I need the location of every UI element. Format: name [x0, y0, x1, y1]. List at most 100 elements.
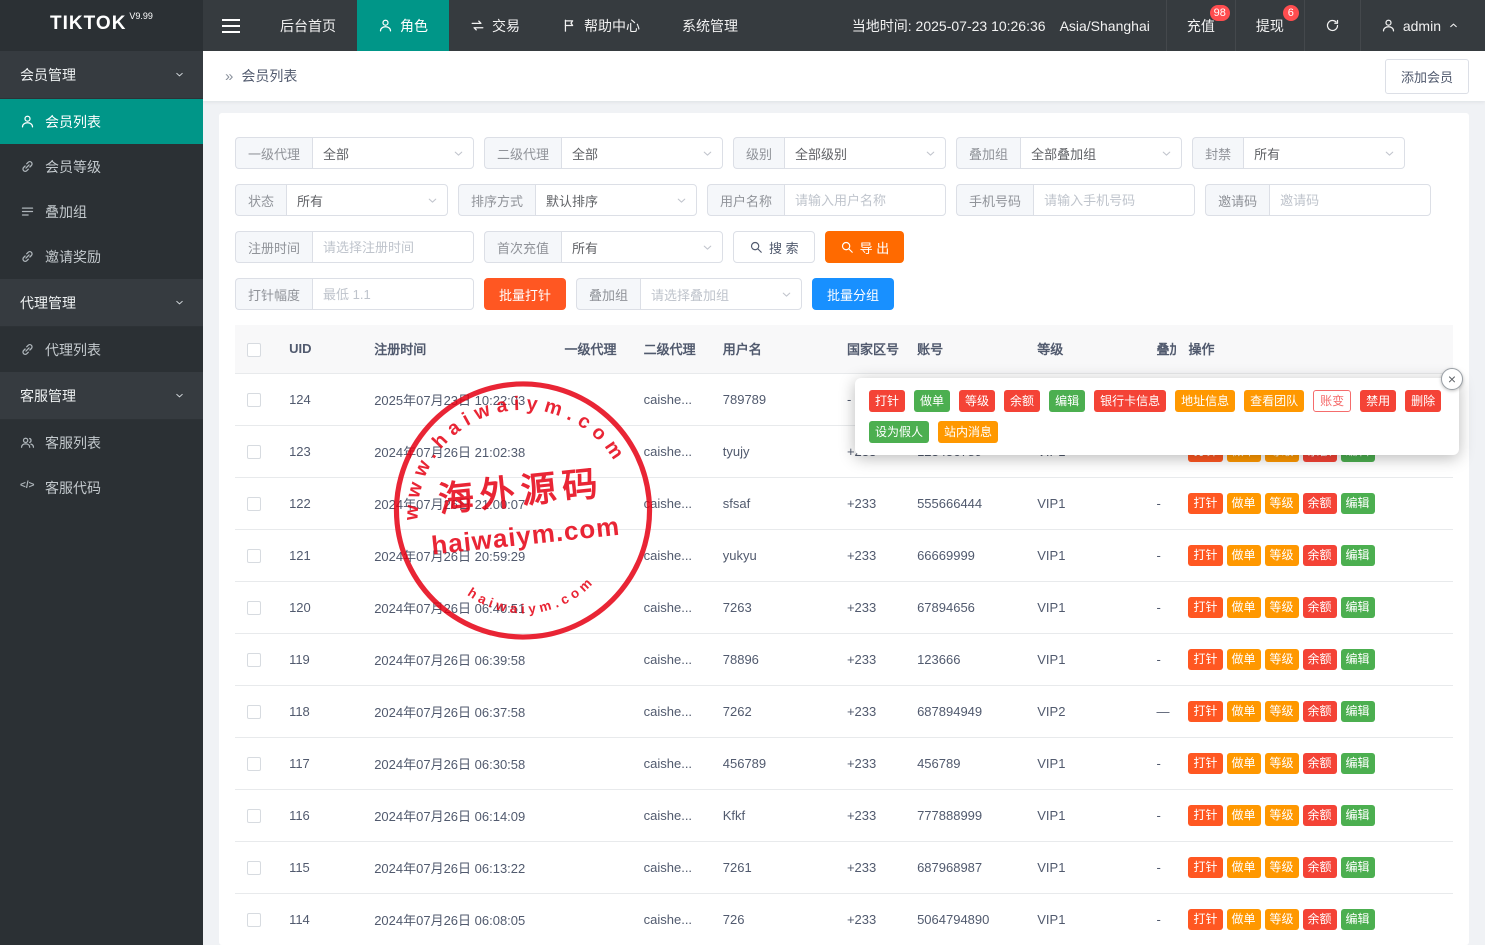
popup-edit-button[interactable]: 编辑: [1049, 390, 1085, 412]
sidebar-item-support-code[interactable]: </>客服代码: [0, 465, 203, 510]
recharge-button[interactable]: 充值 98: [1166, 0, 1235, 51]
level-button[interactable]: 等级: [1265, 857, 1299, 878]
inject-button[interactable]: 打针: [1188, 545, 1222, 566]
row-checkbox[interactable]: [247, 705, 261, 719]
filter-primary-agent-select[interactable]: 全部: [312, 137, 474, 169]
select-all-checkbox[interactable]: [247, 343, 261, 357]
inject-button[interactable]: 打针: [1188, 857, 1222, 878]
level-button[interactable]: 等级: [1265, 753, 1299, 774]
row-checkbox[interactable]: [247, 601, 261, 615]
row-checkbox[interactable]: [247, 913, 261, 927]
filter-invite-code-input[interactable]: [1269, 184, 1431, 216]
sidebar-group-member-management[interactable]: 会员管理: [0, 51, 203, 99]
nav-dashboard[interactable]: 后台首页: [259, 0, 357, 51]
make-order-button[interactable]: 做单: [1227, 805, 1261, 826]
balance-button[interactable]: 余额: [1303, 753, 1337, 774]
filter-ban-select[interactable]: 所有: [1243, 137, 1405, 169]
popup-view-team-button[interactable]: 查看团队: [1244, 390, 1304, 412]
sidebar-item-support-list[interactable]: 客服列表: [0, 420, 203, 465]
edit-button[interactable]: 编辑: [1341, 701, 1375, 722]
popup-bank-card-info-button[interactable]: 银行卡信息: [1094, 390, 1166, 412]
balance-button[interactable]: 余额: [1303, 857, 1337, 878]
make-order-button[interactable]: 做单: [1227, 857, 1261, 878]
inject-button[interactable]: 打针: [1188, 909, 1222, 930]
filter-stack-group-select[interactable]: 全部叠加组: [1020, 137, 1182, 169]
popup-address-info-button[interactable]: 地址信息: [1175, 390, 1235, 412]
level-button[interactable]: 等级: [1265, 909, 1299, 930]
user-menu[interactable]: admin: [1360, 0, 1485, 51]
filter-batch-stack-group-select[interactable]: 请选择叠加组: [640, 278, 802, 310]
level-button[interactable]: 等级: [1265, 597, 1299, 618]
sidebar-item-member-list[interactable]: 会员列表: [0, 99, 203, 144]
hamburger-menu-icon[interactable]: [203, 0, 259, 51]
inject-button[interactable]: 打针: [1188, 805, 1222, 826]
edit-button[interactable]: 编辑: [1341, 805, 1375, 826]
edit-button[interactable]: 编辑: [1341, 649, 1375, 670]
filter-sort-select[interactable]: 默认排序: [535, 184, 697, 216]
edit-button[interactable]: 编辑: [1341, 597, 1375, 618]
balance-button[interactable]: 余额: [1303, 649, 1337, 670]
make-order-button[interactable]: 做单: [1227, 545, 1261, 566]
make-order-button[interactable]: 做单: [1227, 701, 1261, 722]
make-order-button[interactable]: 做单: [1227, 597, 1261, 618]
batch-inject-button[interactable]: 批量打针: [484, 278, 566, 310]
row-checkbox[interactable]: [247, 757, 261, 771]
make-order-button[interactable]: 做单: [1227, 909, 1261, 930]
add-member-button[interactable]: 添加会员: [1385, 59, 1469, 94]
level-button[interactable]: 等级: [1265, 545, 1299, 566]
filter-phone-input[interactable]: [1033, 184, 1195, 216]
withdraw-button[interactable]: 提现 6: [1235, 0, 1304, 51]
filter-secondary-agent-select[interactable]: 全部: [561, 137, 723, 169]
inject-button[interactable]: 打针: [1188, 649, 1222, 670]
level-button[interactable]: 等级: [1265, 805, 1299, 826]
filter-status-select[interactable]: 所有: [286, 184, 448, 216]
search-button[interactable]: 搜 索: [733, 231, 815, 263]
filter-register-time-input[interactable]: [312, 231, 474, 263]
make-order-button[interactable]: 做单: [1227, 649, 1261, 670]
popup-inject-button[interactable]: 打针: [869, 390, 905, 412]
make-order-button[interactable]: 做单: [1227, 493, 1261, 514]
balance-button[interactable]: 余额: [1303, 493, 1337, 514]
sidebar-item-member-levels[interactable]: 会员等级: [0, 144, 203, 189]
filter-username-input[interactable]: [784, 184, 946, 216]
row-checkbox[interactable]: [247, 445, 261, 459]
balance-button[interactable]: 余额: [1303, 701, 1337, 722]
row-checkbox[interactable]: [247, 653, 261, 667]
level-button[interactable]: 等级: [1265, 493, 1299, 514]
batch-group-button[interactable]: 批量分组: [812, 278, 894, 310]
sidebar-item-stack-groups[interactable]: 叠加组: [0, 189, 203, 234]
row-checkbox[interactable]: [247, 809, 261, 823]
filter-first-recharge-select[interactable]: 所有: [561, 231, 723, 263]
close-icon[interactable]: ×: [1441, 368, 1463, 390]
nav-transactions[interactable]: 交易: [449, 0, 541, 51]
edit-button[interactable]: 编辑: [1341, 857, 1375, 878]
popup-site-message-button[interactable]: 站内消息: [938, 421, 998, 443]
inject-button[interactable]: 打针: [1188, 701, 1222, 722]
popup-balance-button[interactable]: 余额: [1004, 390, 1040, 412]
sidebar-group-agent-management[interactable]: 代理管理: [0, 279, 203, 327]
balance-button[interactable]: 余额: [1303, 597, 1337, 618]
sidebar-item-invite-rewards[interactable]: 邀请奖励: [0, 234, 203, 279]
row-checkbox[interactable]: [247, 549, 261, 563]
edit-button[interactable]: 编辑: [1341, 493, 1375, 514]
popup-level-button[interactable]: 等级: [959, 390, 995, 412]
popup-balance-log-button[interactable]: 账变: [1313, 390, 1351, 412]
balance-button[interactable]: 余额: [1303, 805, 1337, 826]
inject-button[interactable]: 打针: [1188, 753, 1222, 774]
inject-button[interactable]: 打针: [1188, 597, 1222, 618]
edit-button[interactable]: 编辑: [1341, 545, 1375, 566]
filter-level-select[interactable]: 全部级别: [784, 137, 946, 169]
make-order-button[interactable]: 做单: [1227, 753, 1261, 774]
popup-set-fake-user-button[interactable]: 设为假人: [869, 421, 929, 443]
balance-button[interactable]: 余额: [1303, 909, 1337, 930]
export-button[interactable]: 导 出: [825, 231, 905, 263]
row-checkbox[interactable]: [247, 497, 261, 511]
row-checkbox[interactable]: [247, 861, 261, 875]
row-checkbox[interactable]: [247, 393, 261, 407]
filter-needle-range-input[interactable]: [312, 278, 474, 310]
edit-button[interactable]: 编辑: [1341, 909, 1375, 930]
inject-button[interactable]: 打针: [1188, 493, 1222, 514]
popup-make-order-button[interactable]: 做单: [914, 390, 950, 412]
nav-help-center[interactable]: 帮助中心: [541, 0, 661, 51]
level-button[interactable]: 等级: [1265, 701, 1299, 722]
